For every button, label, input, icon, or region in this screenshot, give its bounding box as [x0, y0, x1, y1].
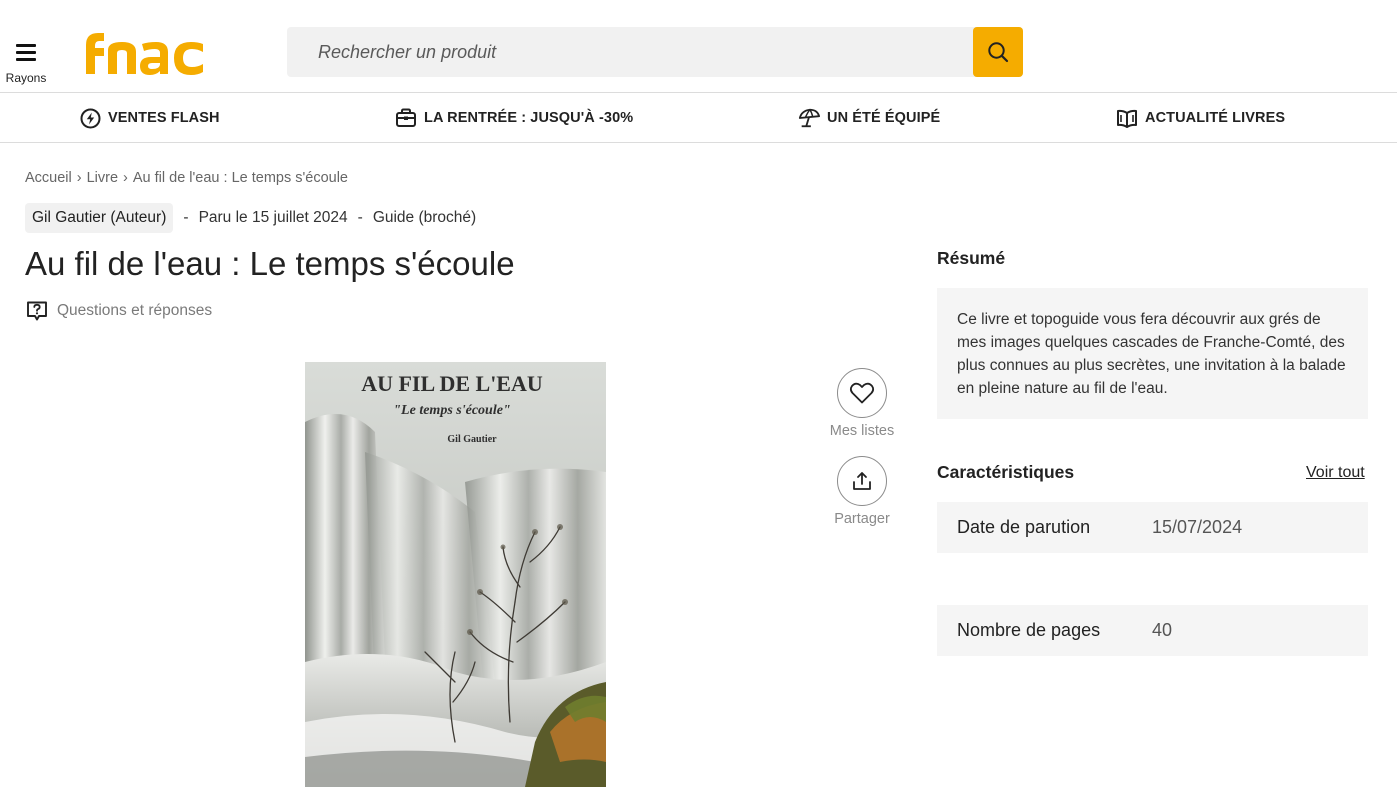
- spec-key: Nombre de pages: [957, 620, 1101, 640]
- heart-icon: [849, 382, 875, 404]
- summary-heading: Résumé: [937, 248, 1006, 268]
- rayons-menu-button[interactable]: Rayons: [4, 38, 48, 88]
- search-button[interactable]: [973, 27, 1023, 77]
- schoolbag-icon: [395, 107, 417, 129]
- fnac-logo[interactable]: [76, 26, 220, 78]
- summary-text: Ce livre et topoguide vous fera découvri…: [957, 311, 1346, 397]
- nav-item-label: UN ÉTÉ ÉQUIPÉ: [827, 110, 941, 126]
- product-format: Guide (broché): [372, 209, 477, 226]
- breadcrumb-current[interactable]: Au fil de l'eau : Le temps s'écoule: [133, 170, 348, 186]
- search-input[interactable]: [287, 27, 973, 77]
- see-all-link[interactable]: Voir tout: [1306, 464, 1365, 482]
- open-book-icon: [1116, 107, 1138, 129]
- cover-author: Gil Gautier: [447, 434, 497, 445]
- breadcrumb-home[interactable]: Accueil: [25, 170, 72, 186]
- main-nav: VENTES FLASH LA RENTRÉE : JUSQU'À -30% U…: [0, 93, 1397, 143]
- spec-row-release-date: Date de parution 15/07/2024: [937, 502, 1368, 553]
- add-to-list-button[interactable]: Mes listes: [817, 368, 907, 439]
- qa-label: Questions et réponses: [57, 302, 213, 319]
- nav-item-actualite-livres[interactable]: ACTUALITÉ LIVRES: [1116, 93, 1285, 143]
- menu-label: Rayons: [5, 71, 47, 85]
- lists-label: Mes listes: [829, 423, 895, 439]
- cover-title: AU FIL DE L'EAU: [361, 371, 543, 396]
- book-cover[interactable]: AU FIL DE L'EAU "Le temps s'écoule" Gil …: [305, 362, 606, 787]
- share-label: Partager: [834, 511, 890, 527]
- spec-value: 15/07/2024: [1152, 517, 1243, 537]
- nav-item-label: LA RENTRÉE : JUSQU'À -30%: [424, 110, 634, 126]
- author-link[interactable]: Gil Gautier (Auteur): [25, 203, 174, 233]
- breadcrumb: Accueil › Livre › Au fil de l'eau : Le temps…: [25, 170, 348, 186]
- site-header: Rayons: [0, 0, 1397, 93]
- fnac-logo-mark: [86, 33, 203, 75]
- lightning-icon: [79, 107, 101, 129]
- share-button[interactable]: Partager: [817, 456, 907, 527]
- share-icon: [853, 472, 871, 490]
- nav-item-un-ete-equipe[interactable]: UN ÉTÉ ÉQUIPÉ: [798, 93, 940, 143]
- questions-answers-link[interactable]: Questions et réponses: [26, 300, 212, 322]
- specs-heading: Caractéristiques: [937, 462, 1075, 482]
- hamburger-icon: [16, 44, 36, 61]
- nav-item-label: VENTES FLASH: [108, 110, 220, 126]
- spec-key: Date de parution: [957, 517, 1091, 537]
- cover-subtitle: "Le temps s'écoule": [393, 403, 510, 418]
- search-icon: [988, 42, 1009, 63]
- question-bubble-icon: [27, 301, 47, 321]
- breadcrumb-livre[interactable]: Livre: [87, 170, 118, 186]
- nav-item-label: ACTUALITÉ LIVRES: [1145, 110, 1286, 126]
- summary-box: Ce livre et topoguide vous fera découvri…: [937, 288, 1368, 419]
- nav-item-la-rentree[interactable]: LA RENTRÉE : JUSQU'À -30%: [395, 93, 633, 143]
- spec-value: 40: [1152, 620, 1173, 640]
- nav-item-ventes-flash[interactable]: VENTES FLASH: [79, 93, 220, 143]
- beach-umbrella-icon: [798, 107, 820, 129]
- release-date: Paru le 15 juillet 2024: [198, 209, 348, 226]
- search-bar: [287, 27, 1023, 77]
- page-title: Au fil de l'eau : Le temps s'écoule: [25, 245, 515, 282]
- spec-row-page-count: Nombre de pages 40: [937, 605, 1368, 656]
- product-meta: Gil Gautier (Auteur) - Paru le 15 juille…: [25, 203, 476, 233]
- waterfall-cover-image: AU FIL DE L'EAU "Le temps s'écoule" Gil …: [305, 362, 606, 787]
